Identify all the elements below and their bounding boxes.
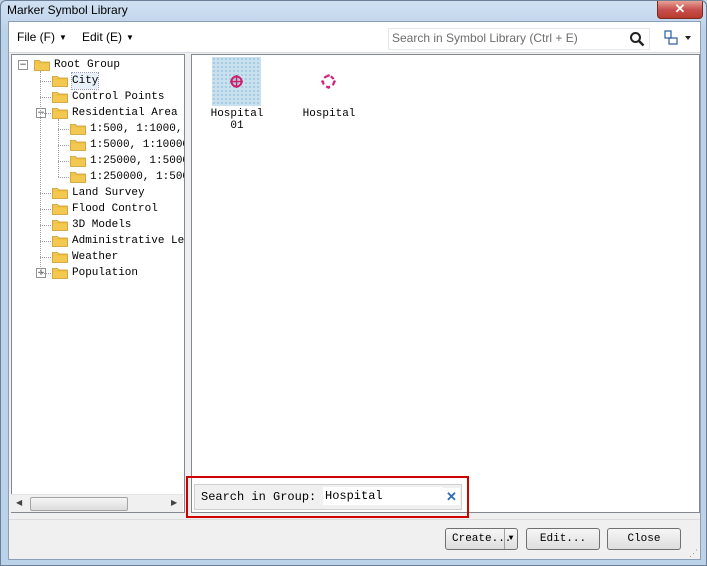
tree-connector: [40, 71, 41, 273]
tree-item-label: 1:5000, 1:10000: [90, 139, 185, 151]
scroll-left-icon[interactable]: ◀: [16, 498, 22, 507]
symbol-grid: Hospital 01 Hospital: [191, 54, 700, 513]
chevron-down-icon[interactable]: ▼: [504, 529, 517, 549]
tree-horizontal-scrollbar[interactable]: ◀ ▶: [11, 494, 183, 512]
symbol-item-hospital-01[interactable]: Hospital 01: [204, 57, 270, 132]
folder-icon: [52, 108, 68, 119]
tree-connector: [58, 145, 69, 146]
create-button-label: Create...: [452, 533, 512, 545]
folder-icon: [52, 220, 68, 231]
folder-icon: [52, 252, 68, 263]
folder-icon: [52, 188, 68, 199]
tree-connector: [40, 273, 51, 274]
menu-file-label: File (F): [17, 30, 55, 44]
tree-item-label: 1:25000, 1:50000: [90, 155, 184, 167]
folder-icon: [52, 92, 68, 103]
tree-item-label: 1:500, 1:1000, 1:: [90, 123, 184, 135]
edit-button[interactable]: Edit...: [526, 528, 600, 550]
window-close-button[interactable]: ✕: [657, 1, 703, 19]
footer-divider: [9, 519, 700, 520]
tree-item-label: Residential Area: [72, 107, 178, 119]
group-tree: Root Group − City Control Points Residential…: [11, 54, 185, 513]
chevron-down-icon: ▼: [126, 33, 134, 42]
tree-item-label: Flood Control: [72, 203, 158, 215]
scroll-right-icon[interactable]: ▶: [171, 498, 177, 507]
collapse-icon[interactable]: −: [18, 60, 28, 70]
menu-edit[interactable]: Edit (E) ▼: [82, 30, 134, 44]
tree-item-label: 3D Models: [72, 219, 132, 231]
tree-connector: [40, 225, 51, 226]
tree-item-label: Control Points: [72, 91, 165, 103]
hospital-marker-icon: [230, 75, 243, 88]
tree-item-label: Weather: [72, 251, 119, 263]
tree-item-label: City: [70, 72, 100, 90]
folder-icon: [70, 172, 86, 183]
tree-connector: [40, 113, 51, 114]
tree-connector: [40, 257, 51, 258]
folder-icon: [34, 60, 50, 71]
resize-grip-icon[interactable]: ⋰: [689, 548, 699, 558]
window-title: Marker Symbol Library: [7, 3, 128, 17]
symbol-item-hospital[interactable]: Hospital: [296, 57, 362, 127]
clear-icon[interactable]: ✕: [443, 488, 460, 505]
tree-connector: [58, 177, 69, 178]
folder-icon: [52, 268, 68, 279]
tree-item-label: Land Survey: [72, 187, 145, 199]
title-bar: Marker Symbol Library ✕: [1, 1, 706, 21]
symbol-preview: [304, 57, 353, 106]
folder-icon: [52, 204, 68, 215]
menu-edit-label: Edit (E): [82, 30, 123, 44]
group-search-label: Search in Group:: [201, 490, 317, 504]
symbol-label: Hospital: [302, 108, 356, 120]
group-search-highlight: Search in Group: ✕: [186, 476, 469, 518]
close-button[interactable]: Close: [607, 528, 681, 550]
menu-bar: File (F) ▼ Edit (E) ▼: [9, 22, 700, 53]
tree-item-label: Administrative Lev: [72, 235, 185, 247]
folder-icon: [70, 124, 86, 135]
tree-connector: [58, 129, 69, 130]
tree-connector: [40, 81, 51, 82]
tree-connector: [40, 193, 51, 194]
tree-connector: [40, 97, 51, 98]
view-mode-button[interactable]: [664, 30, 696, 46]
group-search-input[interactable]: [323, 487, 443, 505]
tree-connector: [40, 241, 51, 242]
symbol-label: Hospital 01: [210, 108, 264, 132]
tree-connector: [58, 161, 69, 162]
marker-symbol-library-window: Marker Symbol Library ✕ File (F) ▼ Edit (…: [0, 0, 707, 566]
tree-connector: [58, 119, 59, 177]
folder-icon: [52, 76, 68, 87]
folder-icon: [70, 140, 86, 151]
tree-item-label: 1:250000, 1:5000: [90, 171, 184, 183]
chevron-down-icon: ▼: [59, 33, 67, 42]
tree-item-label: Population: [72, 267, 139, 279]
view-mode-icon: [664, 30, 691, 45]
dialog-client: File (F)▼ Edit (E)▼ Root Group−CityContr…: [8, 21, 701, 560]
symbol-search-input[interactable]: [389, 29, 624, 47]
hospital-marker-icon: [321, 74, 336, 89]
tree-item-label: Root Group: [54, 59, 121, 71]
scrollbar-thumb[interactable]: [30, 497, 128, 511]
symbol-preview: [212, 57, 261, 106]
folder-icon: [52, 236, 68, 247]
menu-file[interactable]: File (F) ▼: [17, 30, 67, 44]
symbol-search-box: [388, 28, 650, 50]
search-icon[interactable]: [629, 31, 645, 47]
folder-icon: [70, 156, 86, 167]
tree-connector: [40, 209, 51, 210]
create-button[interactable]: Create... ▼: [445, 528, 518, 550]
group-search-bar: Search in Group: ✕: [194, 484, 462, 510]
